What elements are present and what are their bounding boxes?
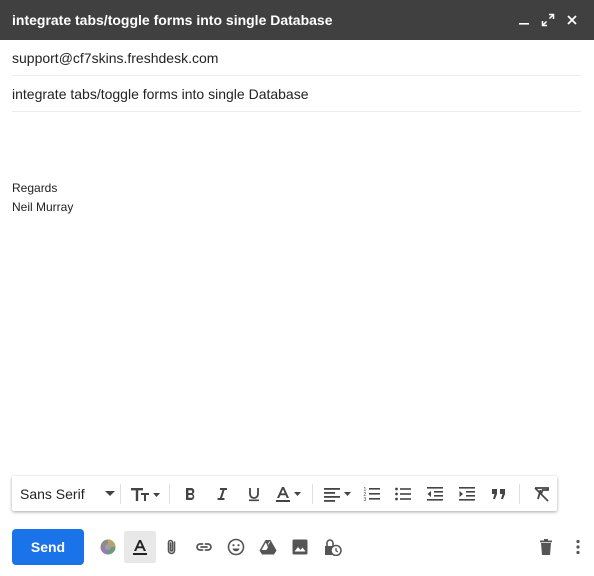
font-family-select[interactable]: Sans Serif	[20, 485, 116, 502]
indent-more-icon	[458, 486, 475, 501]
insert-emoji-button[interactable]	[220, 531, 252, 563]
confidential-mode-button[interactable]	[316, 531, 348, 563]
photo-icon	[292, 539, 308, 555]
more-vert-icon	[576, 539, 580, 555]
text-size-icon	[130, 487, 160, 501]
send-button[interactable]: Send	[12, 529, 84, 565]
clear-formatting-icon	[534, 486, 550, 502]
formatting-toolbar: Sans Serif 1 2 3	[12, 476, 557, 511]
align-left-icon	[324, 487, 352, 502]
indent-more-button[interactable]	[451, 480, 483, 508]
toolbar-divider	[168, 483, 170, 504]
drive-icon	[259, 540, 277, 555]
close-icon	[567, 15, 577, 25]
compose-actions-bar: Send	[0, 528, 594, 566]
font-family-label: Sans Serif	[20, 485, 85, 502]
bold-button[interactable]	[175, 480, 207, 508]
italic-button[interactable]	[206, 480, 238, 508]
bold-icon	[186, 487, 195, 500]
compose-title: integrate tabs/toggle forms into single …	[12, 12, 333, 28]
recipients-field[interactable]: support@cf7skins.freshdesk.com	[12, 40, 581, 76]
link-icon	[196, 543, 212, 551]
font-size-button[interactable]	[126, 480, 164, 508]
chevron-down-icon	[105, 490, 116, 496]
underline-button[interactable]	[238, 480, 270, 508]
subject-text[interactable]: integrate tabs/toggle forms into single …	[12, 86, 309, 102]
subject-field[interactable]: integrate tabs/toggle forms into single …	[12, 76, 581, 112]
signature: Regards Neil Murray	[12, 179, 73, 217]
text-format-icon	[133, 540, 147, 555]
bulleted-list-button[interactable]	[388, 480, 420, 508]
recipient-address[interactable]: support@cf7skins.freshdesk.com	[12, 50, 218, 66]
quote-icon	[491, 488, 505, 499]
indent-less-icon	[427, 486, 444, 501]
remove-formatting-button[interactable]	[525, 480, 557, 508]
toolbar-divider	[120, 483, 122, 504]
toolbar-divider	[519, 483, 521, 504]
bulleted-list-icon	[395, 487, 412, 500]
close-button[interactable]	[560, 8, 584, 32]
fullscreen-button[interactable]	[536, 8, 560, 32]
toolbar-divider	[312, 483, 314, 504]
numbered-list-button[interactable]: 1 2 3	[356, 480, 388, 508]
trash-icon	[540, 539, 552, 555]
minimize-button[interactable]	[512, 8, 536, 32]
italic-icon	[217, 487, 228, 500]
text-color-button[interactable]	[270, 480, 308, 508]
color-wheel-icon	[100, 539, 116, 555]
signature-regards: Regards	[12, 181, 58, 195]
lock-clock-icon	[325, 539, 342, 556]
formatting-options-button[interactable]	[124, 531, 156, 563]
paperclip-icon	[167, 539, 176, 555]
signature-name: Neil Murray	[12, 200, 74, 214]
indent-less-button[interactable]	[419, 480, 451, 508]
text-color-icon	[275, 486, 301, 502]
underline-icon	[248, 487, 259, 501]
align-button[interactable]	[318, 480, 356, 508]
insert-drive-button[interactable]	[252, 531, 284, 563]
more-options-button[interactable]	[562, 531, 594, 563]
svg-text:3: 3	[363, 497, 366, 503]
expand-icon	[541, 13, 555, 27]
color-extension-button[interactable]	[92, 531, 124, 563]
insert-link-button[interactable]	[188, 531, 220, 563]
minimize-icon	[519, 23, 529, 25]
numbered-list-icon: 1 2 3	[363, 487, 380, 503]
emoji-icon	[227, 538, 245, 556]
compose-titlebar[interactable]: integrate tabs/toggle forms into single …	[0, 0, 594, 40]
discard-draft-button[interactable]	[530, 531, 562, 563]
message-body[interactable]: Regards Neil Murray	[12, 112, 581, 472]
attach-files-button[interactable]	[156, 531, 188, 563]
insert-photo-button[interactable]	[284, 531, 316, 563]
quote-button[interactable]	[483, 480, 515, 508]
